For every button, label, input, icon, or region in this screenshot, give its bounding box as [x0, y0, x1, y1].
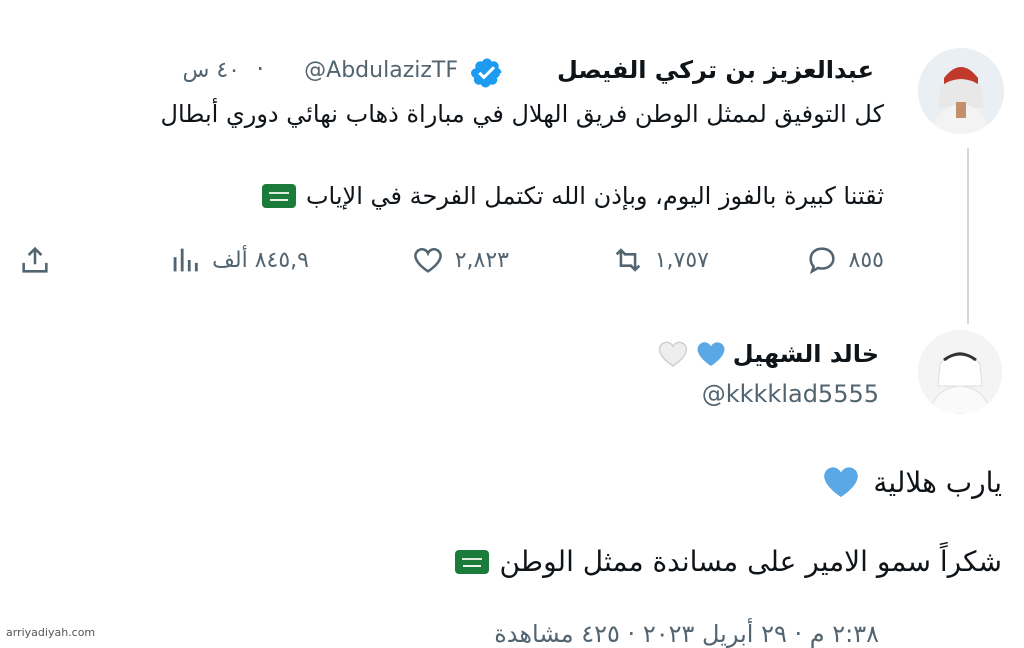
views-icon: [173, 248, 198, 272]
blue-heart-emoji-icon: [824, 467, 859, 497]
white-heart-icon: [658, 341, 687, 367]
replier-avatar[interactable]: [918, 330, 1002, 414]
reply-text-line-2: شكراً سمو الامير على مساندة ممثل الوطن: [499, 545, 1002, 578]
saudi-flag-icon: [455, 549, 490, 574]
author-avatar[interactable]: [918, 48, 1004, 134]
retweet-count: ١,٧٥٧: [654, 247, 709, 273]
views-count: ٨٤٥,٩ ألف: [212, 247, 309, 273]
reply-text-line-2-wrap: شكراً سمو الامير على مساندة ممثل الوطن: [455, 545, 1002, 578]
replier-name[interactable]: خالد الشهيل: [733, 340, 879, 368]
blue-heart-icon: [697, 342, 725, 366]
replier-name-wrap[interactable]: خالد الشهيل: [657, 338, 879, 370]
like-action[interactable]: ٢,٨٢٣: [411, 240, 509, 280]
verified-badge-icon: [470, 56, 504, 90]
author-name[interactable]: عبدالعزيز بن تركي الفيصل: [557, 56, 874, 84]
replier-handle[interactable]: @kkkklad5555: [702, 380, 879, 408]
author-handle[interactable]: @AbdulazizTF: [304, 58, 458, 83]
share-icon: [22, 246, 48, 273]
like-count: ٢,٨٢٣: [454, 247, 509, 273]
saudi-flag-icon: [261, 184, 296, 208]
reply-text-line-1: يارب هلالية: [873, 465, 1002, 499]
tweet-text-line-2-wrap: ثقتنا كبيرة بالفوز اليوم، وبإذن الله تكت…: [261, 182, 884, 210]
views-action[interactable]: ٨٤٥,٩ ألف: [168, 240, 309, 280]
retweet-action[interactable]: ١,٧٥٧: [611, 240, 709, 280]
reply-icon: [808, 247, 835, 275]
tweet-text-line-2: ثقتنا كبيرة بالفوز اليوم، وبإذن الله تكت…: [305, 182, 884, 210]
thread-connector: [967, 148, 969, 324]
retweet-icon: [615, 248, 640, 272]
share-action[interactable]: [18, 240, 52, 280]
tweet-time[interactable]: ٤٠ س: [183, 58, 241, 83]
site-watermark: arriyadiyah.com: [6, 626, 96, 639]
separator-dot: ·: [256, 55, 264, 83]
reply-text-line-1-wrap: يارب هلالية: [821, 462, 1002, 502]
reply-action[interactable]: ٨٥٥: [805, 240, 884, 280]
heart-icon: [413, 248, 442, 273]
reply-count: ٨٥٥: [848, 247, 884, 273]
tweet-text-line-1: كل التوفيق لممثل الوطن فريق الهلال في مب…: [160, 100, 884, 128]
